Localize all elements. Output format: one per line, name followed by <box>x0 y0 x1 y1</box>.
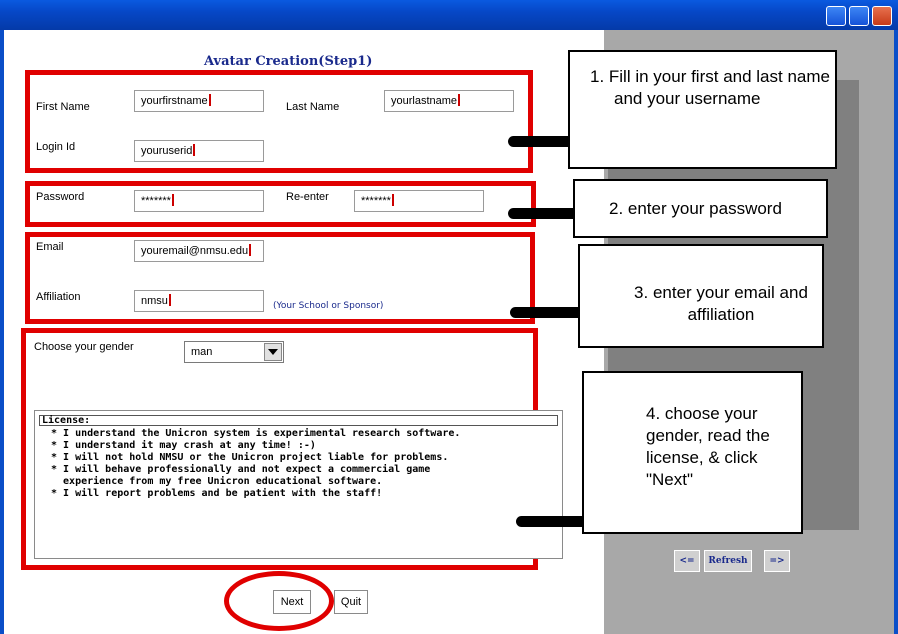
affiliation-hint: (Your School or Sponsor) <box>273 301 384 311</box>
license-line: * I will not hold NMSU or the Unicron pr… <box>51 452 449 463</box>
last-name-field[interactable]: yourlastname <box>384 90 514 112</box>
license-textarea[interactable]: License: * I understand the Unicron syst… <box>34 410 563 559</box>
gender-label: Choose your gender <box>34 341 134 353</box>
minimize-icon[interactable] <box>826 6 846 26</box>
page-title: Avatar Creation(Step1) <box>204 54 373 69</box>
next-button[interactable]: Next <box>273 590 311 614</box>
window-frame-right <box>894 30 898 634</box>
text-cursor <box>168 294 171 306</box>
license-line: * I will report problems and be patient … <box>51 488 383 499</box>
gender-select[interactable]: man <box>184 341 284 363</box>
affiliation-field[interactable]: nmsu <box>134 290 264 312</box>
license-text: * I understand the Unicron system is exp… <box>51 428 460 500</box>
callout-step1: 1. Fill in your first and last name and … <box>568 50 837 169</box>
text-cursor <box>171 194 174 206</box>
email-field[interactable]: youremail@nmsu.edu <box>134 240 264 262</box>
forward-button[interactable]: => <box>764 550 790 572</box>
reenter-password-field[interactable]: ******* <box>354 190 484 212</box>
maximize-icon[interactable] <box>849 6 869 26</box>
license-heading: License: <box>39 415 558 426</box>
affiliation-label: Affiliation <box>36 291 81 303</box>
license-line: * I understand it may crash at any time!… <box>51 440 316 451</box>
email-label: Email <box>36 241 64 253</box>
login-id-label: Login Id <box>36 141 76 153</box>
chevron-down-icon[interactable] <box>264 343 282 361</box>
login-id-field[interactable]: youruserid <box>134 140 264 162</box>
callout-step3: 3. enter your email and affiliation <box>578 244 824 348</box>
text-cursor <box>193 144 196 156</box>
first-name-label: First Name <box>36 101 90 113</box>
text-cursor <box>458 94 461 106</box>
license-line: * I understand the Unicron system is exp… <box>51 428 461 439</box>
text-cursor <box>391 194 394 206</box>
highlight-names-section <box>25 70 533 173</box>
quit-button[interactable]: Quit <box>334 590 368 614</box>
callout-step2: 2. enter your password <box>573 179 828 238</box>
text-cursor <box>249 244 252 256</box>
prev-button[interactable]: <= <box>674 550 700 572</box>
last-name-label: Last Name <box>286 101 340 113</box>
reenter-label: Re-enter <box>286 191 329 203</box>
first-name-field[interactable]: yourfirstname <box>134 90 264 112</box>
callout-step4: 4. choose your gender, read the license,… <box>582 371 803 534</box>
window-titlebar <box>0 0 898 30</box>
password-field[interactable]: ******* <box>134 190 264 212</box>
license-line: * I will behave professionally and not e… <box>51 464 431 475</box>
text-cursor <box>208 94 211 106</box>
close-icon[interactable] <box>872 6 892 26</box>
license-line: experience from my free Unicron educatio… <box>51 476 383 487</box>
password-label: Password <box>36 191 85 203</box>
refresh-button[interactable]: Refresh <box>704 550 752 572</box>
